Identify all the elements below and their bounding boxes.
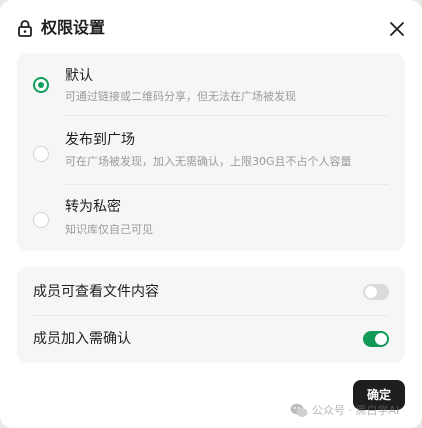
member-join-confirm-row: 成员加入需确认 (17, 315, 405, 363)
member-view-files-row: 成员可查看文件内容 (17, 268, 405, 316)
radio-private[interactable] (33, 212, 49, 228)
watermark: 公众号 · 黑白学AI (290, 400, 399, 420)
option-private-desc: 知识库仅自己可见 (65, 223, 153, 236)
member-view-files-label: 成员可查看文件内容 (33, 284, 159, 300)
lock-icon (18, 20, 32, 37)
option-publish-to-square[interactable]: 发布到广场 可在广场被发现，加入无需确认，上限30G且不占个人容量 (17, 116, 405, 184)
member-join-confirm-toggle[interactable] (363, 331, 389, 347)
option-publish-to-square-desc: 可在广场被发现，加入无需确认，上限30G且不占个人容量 (65, 155, 352, 168)
member-view-files-toggle[interactable] (363, 284, 389, 300)
dialog-header: 权限设置 (0, 0, 422, 56)
close-icon[interactable] (384, 16, 410, 42)
radio-default[interactable] (33, 77, 49, 93)
member-settings-card: 成员可查看文件内容 成员加入需确认 (17, 267, 405, 363)
option-private-title: 转为私密 (65, 199, 121, 215)
visibility-options-card: 默认 可通过链接或二维码分享，但无法在广场被发现 发布到广场 可在广场被发现，加… (17, 53, 405, 251)
member-join-confirm-label: 成员加入需确认 (33, 331, 131, 347)
option-default-title: 默认 (65, 68, 93, 84)
option-default-desc: 可通过链接或二维码分享，但无法在广场被发现 (65, 90, 296, 103)
option-publish-to-square-title: 发布到广场 (65, 132, 135, 148)
wechat-icon (290, 403, 308, 417)
dialog-title: 权限设置 (41, 18, 106, 37)
option-private[interactable]: 转为私密 知识库仅自己可见 (17, 185, 405, 251)
watermark-text: 公众号 · 黑白学AI (312, 404, 400, 417)
option-default[interactable]: 默认 可通过链接或二维码分享，但无法在广场被发现 (17, 53, 405, 119)
permission-settings-dialog: 权限设置 默认 可通过链接或二维码分享，但无法在广场被发现 发布到广场 可在广场… (0, 0, 422, 428)
radio-publish-to-square[interactable] (33, 146, 49, 162)
